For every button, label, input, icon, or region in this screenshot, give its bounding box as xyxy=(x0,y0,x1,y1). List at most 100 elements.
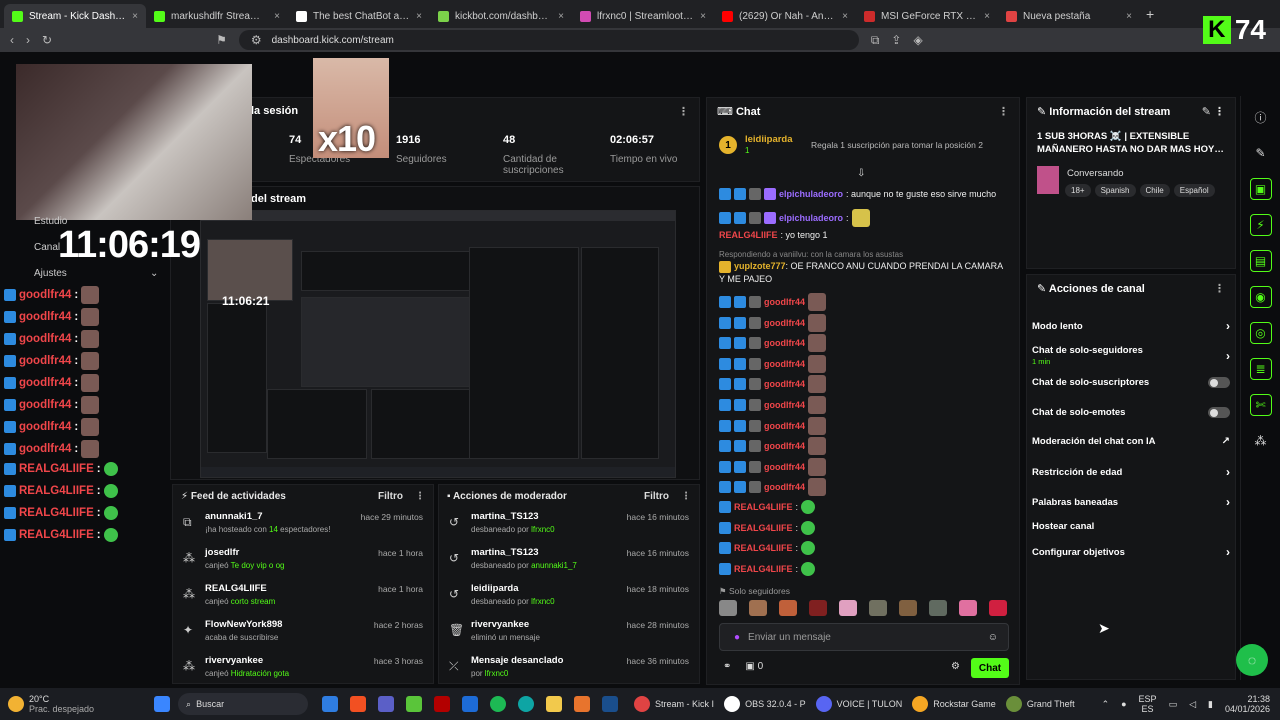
chat-message[interactable]: elpichuladeoro: aunque no te guste eso s… xyxy=(719,188,996,200)
extensions-icon[interactable]: ⧉ xyxy=(871,33,880,48)
chat-message[interactable]: goodlfr44 xyxy=(719,313,827,332)
weather-widget[interactable]: 20°C Prac. despejado xyxy=(8,694,94,714)
chat-message[interactable]: REALG4LIIFE: xyxy=(719,541,816,556)
stream-tag[interactable]: Chile xyxy=(1139,184,1170,197)
mod-action-row[interactable]: 🗑 rivervyankee eliminó un mensaje hace 28 m… xyxy=(439,615,699,651)
chat-message[interactable]: goodlfr44 xyxy=(719,334,827,353)
chat-message[interactable]: goodlfr44 xyxy=(719,396,827,414)
reload-icon[interactable]: ↻ xyxy=(42,33,52,47)
site-info-icon[interactable]: ⚙ xyxy=(251,33,262,47)
chat-message[interactable]: goodlfr44 xyxy=(719,416,827,435)
support-chat-button[interactable]: ◌ xyxy=(1236,644,1268,676)
apps-icon[interactable]: ⁂ xyxy=(1250,430,1272,452)
browser-tab[interactable]: markushdlfr Stream - Watch Live × xyxy=(146,4,288,28)
nvidia-icon[interactable] xyxy=(406,696,423,712)
activity-menu-icon[interactable]: ⋮ xyxy=(415,491,425,502)
taskbar-app[interactable]: Grand Theft xyxy=(1005,696,1075,712)
chat-username[interactable]: goodlfr44 xyxy=(764,462,805,472)
tray-chevron-icon[interactable]: ⌃ xyxy=(1102,699,1110,710)
chat-message[interactable]: REALG4LIIFE: xyxy=(719,520,816,535)
chat-message[interactable]: yuplzote777: OE FRANCO ANU CUANDO PRENDA… xyxy=(719,260,1009,285)
chat-username[interactable]: REALG4LIIFE xyxy=(734,543,793,553)
new-tab-button[interactable]: + xyxy=(1146,6,1154,22)
chat-message[interactable]: goodlfr44 xyxy=(719,354,827,373)
chat-menu-icon[interactable]: ⋮ xyxy=(998,105,1009,118)
mod-action-row[interactable]: ↺ martina_TS123 desbaneado por anunnaki1_7… xyxy=(439,543,699,579)
quick-emote-icon[interactable] xyxy=(899,600,917,616)
chat-username[interactable]: REALG4LIIFE xyxy=(734,523,793,533)
activity-row[interactable]: ⁂ rivervyankee canjeó Hidratación gota hace… xyxy=(173,651,433,687)
chat-username[interactable]: elpichuladeoro xyxy=(779,213,843,223)
bolt-icon[interactable]: ⚡ xyxy=(1249,214,1272,236)
mod-action-row[interactable]: ↺ leidiiparda desbaneado por lfrxnc0 hace 1… xyxy=(439,579,699,615)
chat-username[interactable]: goodlfr44 xyxy=(764,400,805,410)
channel-action-item[interactable]: Chat de solo-suscriptores xyxy=(1032,377,1230,388)
wrench-icon[interactable]: ✄ xyxy=(1249,394,1272,416)
chat-username[interactable]: REALG4LIIFE xyxy=(734,564,793,574)
pinned-user[interactable]: leidiiparda xyxy=(745,134,793,145)
chat-username[interactable]: goodlfr44 xyxy=(764,359,805,369)
send-chat-button[interactable]: Chat xyxy=(971,658,1009,678)
browser-tab[interactable]: The best ChatBot and Widgets × xyxy=(288,4,430,28)
quick-emote-icon[interactable] xyxy=(779,600,797,616)
close-tab-icon[interactable]: × xyxy=(984,11,990,22)
chat-username[interactable]: goodlfr44 xyxy=(764,441,805,451)
taskbar-app[interactable]: VOICE | TULON xyxy=(815,696,902,712)
chat-message[interactable]: goodlfr44 xyxy=(719,293,827,311)
browser-tab[interactable]: MSI GeForce RTX 5060 8G SHADOW × xyxy=(856,4,998,28)
close-tab-icon[interactable]: × xyxy=(558,11,564,22)
close-tab-icon[interactable]: × xyxy=(842,11,848,22)
activity-row[interactable]: ⧉ anunnaki1_7 ¡ha hosteado con 14 espectad… xyxy=(173,507,433,543)
mod-action-row[interactable]: ⤫ Mensaje desanclado por lfrxnc0 hace 36 mi… xyxy=(439,651,699,687)
chat-username[interactable]: REALG4LIIFE xyxy=(734,502,793,512)
browser-tab[interactable]: Stream - Kick Dashboard × xyxy=(4,4,146,28)
brave-shield-icon[interactable]: ◈ xyxy=(913,33,922,47)
screen-icon[interactable]: ▣ xyxy=(1249,178,1272,200)
close-tab-icon[interactable]: × xyxy=(132,11,138,22)
store-app-icon[interactable] xyxy=(350,696,367,712)
browser-tab[interactable]: lfrxnc0 | Streamloots | Interaction × xyxy=(572,4,714,28)
toggle-switch[interactable] xyxy=(1208,407,1230,418)
browser-tab[interactable]: Nueva pestaña × xyxy=(998,4,1140,28)
stream-tag[interactable]: 18+ xyxy=(1065,184,1091,197)
edge-icon[interactable] xyxy=(518,696,535,712)
close-tab-icon[interactable]: × xyxy=(274,11,280,22)
start-icon[interactable] xyxy=(154,696,171,712)
share-icon[interactable]: ⇪ xyxy=(891,33,901,47)
channel-action-item[interactable]: Configurar objetivos › xyxy=(1032,545,1230,559)
toggle-switch[interactable] xyxy=(1208,377,1230,388)
stream-tag[interactable]: Español xyxy=(1173,184,1215,197)
category-name[interactable]: Conversando xyxy=(1067,168,1124,179)
quick-emote-icon[interactable] xyxy=(809,600,827,616)
list-icon[interactable]: ≣ xyxy=(1249,358,1272,380)
browser-tab[interactable]: kickbot.com/dashboard/tts/config × xyxy=(430,4,572,28)
chat-username[interactable]: goodlfr44 xyxy=(764,338,805,348)
stream-tag[interactable]: Spanish xyxy=(1094,184,1136,197)
steam-icon[interactable] xyxy=(602,696,619,712)
activity-row[interactable]: ⁂ REALG4LIIFE canjeó corto stream hace 1 ho… xyxy=(173,579,433,615)
stats-menu-icon[interactable]: ⋮ xyxy=(678,105,689,118)
chat-username[interactable]: elpichuladeoro xyxy=(779,189,843,199)
explorer-icon[interactable] xyxy=(546,696,563,712)
chat-username[interactable]: goodlfr44 xyxy=(764,482,805,492)
bookmark-icon[interactable]: ⚑ xyxy=(216,33,227,47)
quick-emote-icon[interactable] xyxy=(749,600,767,616)
channel-action-item[interactable]: Chat de solo-seguidores 1 min › xyxy=(1032,345,1230,366)
chat-message[interactable]: elpichuladeoro: xyxy=(719,209,870,227)
link-icon[interactable]: ⚭ xyxy=(723,661,731,672)
quick-emote-icon[interactable] xyxy=(839,600,857,616)
close-tab-icon[interactable]: × xyxy=(416,11,422,22)
chat-username[interactable]: goodlfr44 xyxy=(764,379,805,389)
back-icon[interactable]: ‹ xyxy=(10,33,14,47)
copilot-icon[interactable] xyxy=(322,696,339,712)
channel-action-item[interactable]: Chat de solo-emotes xyxy=(1032,407,1230,418)
chat-settings-icon[interactable]: ⚙ xyxy=(951,661,960,672)
pen-icon[interactable]: ✎ xyxy=(1250,142,1272,164)
chat-bubble-icon[interactable]: ◉ xyxy=(1249,286,1272,308)
app-red-icon[interactable] xyxy=(434,696,451,712)
chat-username[interactable]: goodlfr44 xyxy=(764,421,805,431)
battery-icon[interactable]: ▮ xyxy=(1208,699,1213,710)
quick-emote-icon[interactable] xyxy=(719,600,737,616)
clipboard-icon[interactable]: ▤ xyxy=(1249,250,1272,272)
volume-icon[interactable]: ◁ xyxy=(1189,699,1196,710)
